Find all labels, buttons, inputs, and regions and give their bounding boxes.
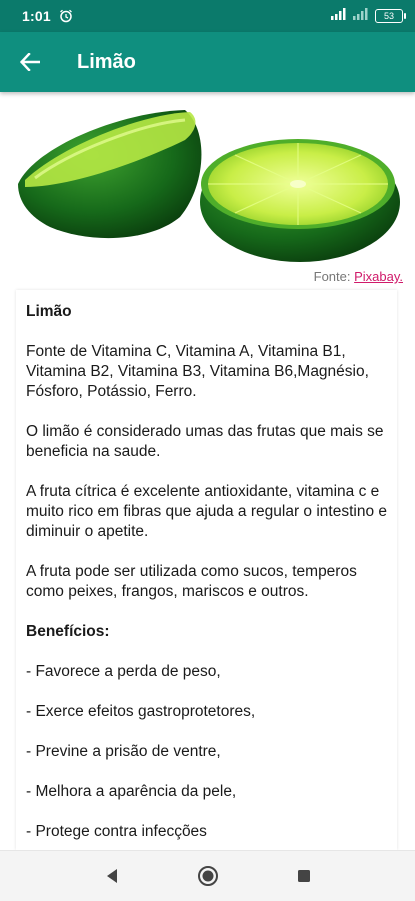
arrow-left-icon [20, 53, 40, 71]
benefit-item: - Exerce efeitos gastroprotetores, [26, 703, 256, 720]
article-paragraph: A fruta pode ser utilizada como sucos, t… [26, 563, 357, 600]
benefits-heading: Benefícios: [26, 623, 110, 640]
status-time: 1:01 [22, 8, 51, 24]
article-scroll-area[interactable]: Fonte: Pixabay. Limão Fonte de Vitamina … [0, 92, 415, 850]
article-paragraph: Fonte de Vitamina C, Vitamina A, Vitamin… [26, 343, 369, 400]
image-source-prefix: Fonte: [313, 269, 355, 284]
page-title: Limão [77, 50, 136, 73]
article-paragraph: O limão é considerado umas das frutas qu… [26, 423, 384, 460]
alarm-icon [59, 9, 73, 23]
benefit-item: - Favorece a perda de peso, [26, 663, 221, 680]
benefit-item: - Previne a prisão de ventre, [26, 743, 221, 760]
battery-icon: 53 [375, 9, 406, 23]
image-source: Fonte: Pixabay. [314, 269, 403, 284]
article-card: Limão Fonte de Vitamina C, Vitamina A, V… [16, 290, 397, 850]
benefit-item: - Melhora a aparência da pele, [26, 783, 237, 800]
nav-back-button[interactable] [99, 863, 125, 889]
nav-recents-button[interactable] [291, 863, 317, 889]
lime-image [18, 110, 400, 262]
image-source-link[interactable]: Pixabay. [354, 269, 403, 284]
article-heading: Limão [26, 303, 72, 320]
benefit-item: - Protege contra infecções [26, 823, 207, 840]
app-bar: Limão [0, 32, 415, 92]
back-button[interactable] [0, 32, 60, 92]
triangle-back-icon [106, 869, 117, 883]
signal-icon [331, 7, 347, 25]
circle-home-icon [197, 866, 218, 886]
nav-home-button[interactable] [195, 863, 221, 889]
system-nav-bar [0, 850, 415, 901]
article-paragraph: A fruta cítrica é excelente antioxidante… [26, 483, 388, 540]
status-bar: 1:01 53 [0, 0, 415, 32]
signal-2-icon [353, 7, 369, 25]
square-recents-icon [297, 870, 310, 882]
